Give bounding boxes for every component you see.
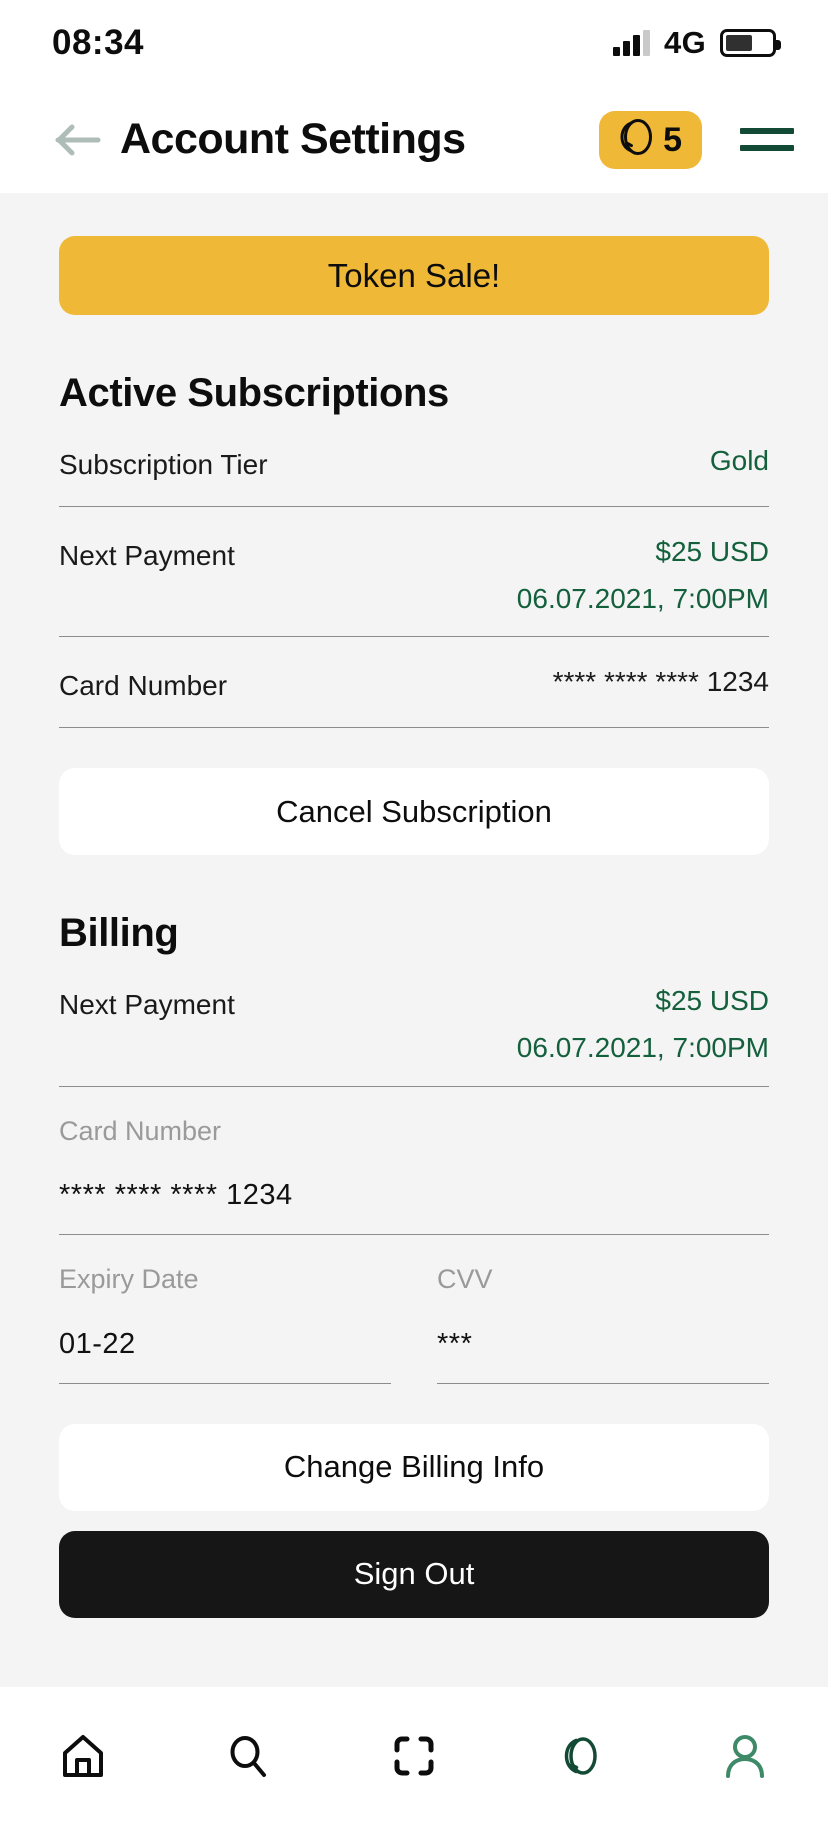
subscription-next-payment-values: $25 USD 06.07.2021, 7:00PM (516, 535, 769, 615)
card-number-input[interactable]: **** **** **** 1234 (59, 1179, 769, 1212)
billing-next-payment-row: Next Payment $25 USD 06.07.2021, 7:00PM (59, 956, 769, 1087)
subscription-next-payment-date: 06.07.2021, 7:00PM (516, 582, 769, 614)
card-number-field[interactable]: Card Number **** **** **** 1234 (59, 1087, 769, 1236)
token-balance-badge[interactable]: 5 (599, 110, 702, 169)
nav-item-profile[interactable] (662, 1723, 828, 1793)
status-bar: 08:34 4G (0, 0, 828, 86)
sign-out-button[interactable]: Sign Out (59, 1530, 769, 1618)
app-screen: 08:34 4G Account Settings 5 Token Sale! … (0, 0, 828, 1846)
expiry-date-field[interactable]: Expiry Date 01-22 (59, 1235, 391, 1384)
hamburger-menu-icon[interactable] (740, 113, 794, 167)
home-icon (56, 1729, 110, 1788)
coin-icon (553, 1729, 607, 1788)
cvv-field[interactable]: CVV *** (437, 1235, 769, 1384)
billing-next-payment-label: Next Payment (59, 989, 235, 1021)
cvv-label: CVV (437, 1264, 493, 1295)
coin-icon (619, 118, 653, 161)
billing-title: Billing (59, 911, 179, 956)
card-details-row: Expiry Date 01-22 CVV *** (59, 1235, 769, 1384)
subscription-card-number-row: Card Number **** **** **** 1234 (59, 637, 769, 729)
page-content: Token Sale! Active Subscriptions Subscri… (0, 193, 828, 1687)
arrow-left-icon[interactable] (52, 114, 104, 166)
bottom-navigation-bar (0, 1687, 828, 1846)
nav-item-home[interactable] (0, 1723, 166, 1793)
signal-bars-icon (613, 30, 651, 56)
subscription-tier-values: Gold (709, 445, 769, 477)
billing-next-payment-values: $25 USD 06.07.2021, 7:00PM (516, 985, 769, 1064)
nav-item-tokens[interactable] (497, 1723, 663, 1793)
subscription-next-payment-amount: $25 USD (655, 535, 769, 567)
billing-next-payment-amount: $25 USD (655, 985, 769, 1017)
network-type-label: 4G (664, 25, 706, 60)
scan-icon (387, 1729, 441, 1788)
status-indicators: 4G (613, 25, 781, 61)
profile-icon (718, 1729, 772, 1788)
nav-item-scan[interactable] (331, 1723, 497, 1793)
subscription-next-payment-row: Next Payment $25 USD 06.07.2021, 7:00PM (59, 507, 769, 638)
cvv-input[interactable]: *** (437, 1328, 769, 1361)
page-title: Account Settings (120, 115, 466, 163)
cancel-subscription-button[interactable]: Cancel Subscription (59, 768, 769, 856)
nav-item-search[interactable] (166, 1723, 332, 1793)
token-sale-button[interactable]: Token Sale! (59, 236, 769, 315)
billing-next-payment-date: 06.07.2021, 7:00PM (516, 1031, 769, 1063)
search-icon (221, 1729, 275, 1788)
subscription-card-number-value: **** **** **** 1234 (552, 666, 769, 698)
card-number-label: Card Number (59, 1115, 222, 1146)
expiry-date-label: Expiry Date (59, 1264, 199, 1295)
page-header: Account Settings 5 (0, 86, 828, 193)
status-time: 08:34 (52, 23, 145, 62)
subscription-tier-label: Subscription Tier (59, 449, 268, 480)
subscription-tier-value: Gold (709, 445, 769, 476)
battery-icon (720, 29, 781, 57)
subscription-tier-row: Subscription Tier Gold (59, 416, 769, 507)
subscription-card-number-label: Card Number (59, 670, 228, 702)
active-subscriptions-title: Active Subscriptions (59, 371, 449, 415)
token-count: 5 (663, 120, 682, 159)
expiry-date-input[interactable]: 01-22 (59, 1328, 391, 1361)
subscription-next-payment-label: Next Payment (59, 539, 235, 571)
subscription-card-number-values: **** **** **** 1234 (553, 667, 769, 698)
change-billing-info-button[interactable]: Change Billing Info (59, 1423, 769, 1511)
